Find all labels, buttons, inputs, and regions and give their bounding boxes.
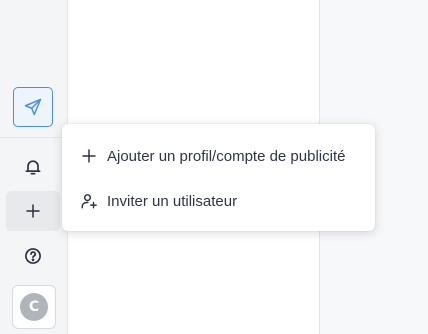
plus-icon — [26, 204, 40, 218]
menu-item-label: Ajouter un profil/compte de publicité — [107, 147, 346, 165]
sidebar-divider — [0, 137, 68, 138]
menu-item-label: Inviter un utilisateur — [107, 192, 238, 210]
send-button[interactable] — [13, 87, 53, 127]
question-circle-icon — [25, 248, 41, 264]
user-avatar-button[interactable]: C — [12, 285, 56, 329]
avatar: C — [20, 293, 48, 321]
menu-item-add-profile[interactable]: Ajouter un profil/compte de publicité — [62, 134, 375, 178]
help-button[interactable] — [13, 236, 53, 276]
user-plus-icon — [80, 192, 98, 210]
menu-item-invite-user[interactable]: Inviter un utilisateur — [62, 179, 375, 223]
add-button[interactable] — [6, 191, 60, 231]
notifications-button[interactable] — [13, 147, 53, 187]
plus-icon — [80, 147, 98, 165]
left-sidebar: C — [0, 0, 68, 334]
paper-plane-icon — [24, 98, 42, 116]
bell-icon — [25, 160, 41, 175]
add-menu-dropdown: Ajouter un profil/compte de publicité In… — [62, 124, 375, 231]
